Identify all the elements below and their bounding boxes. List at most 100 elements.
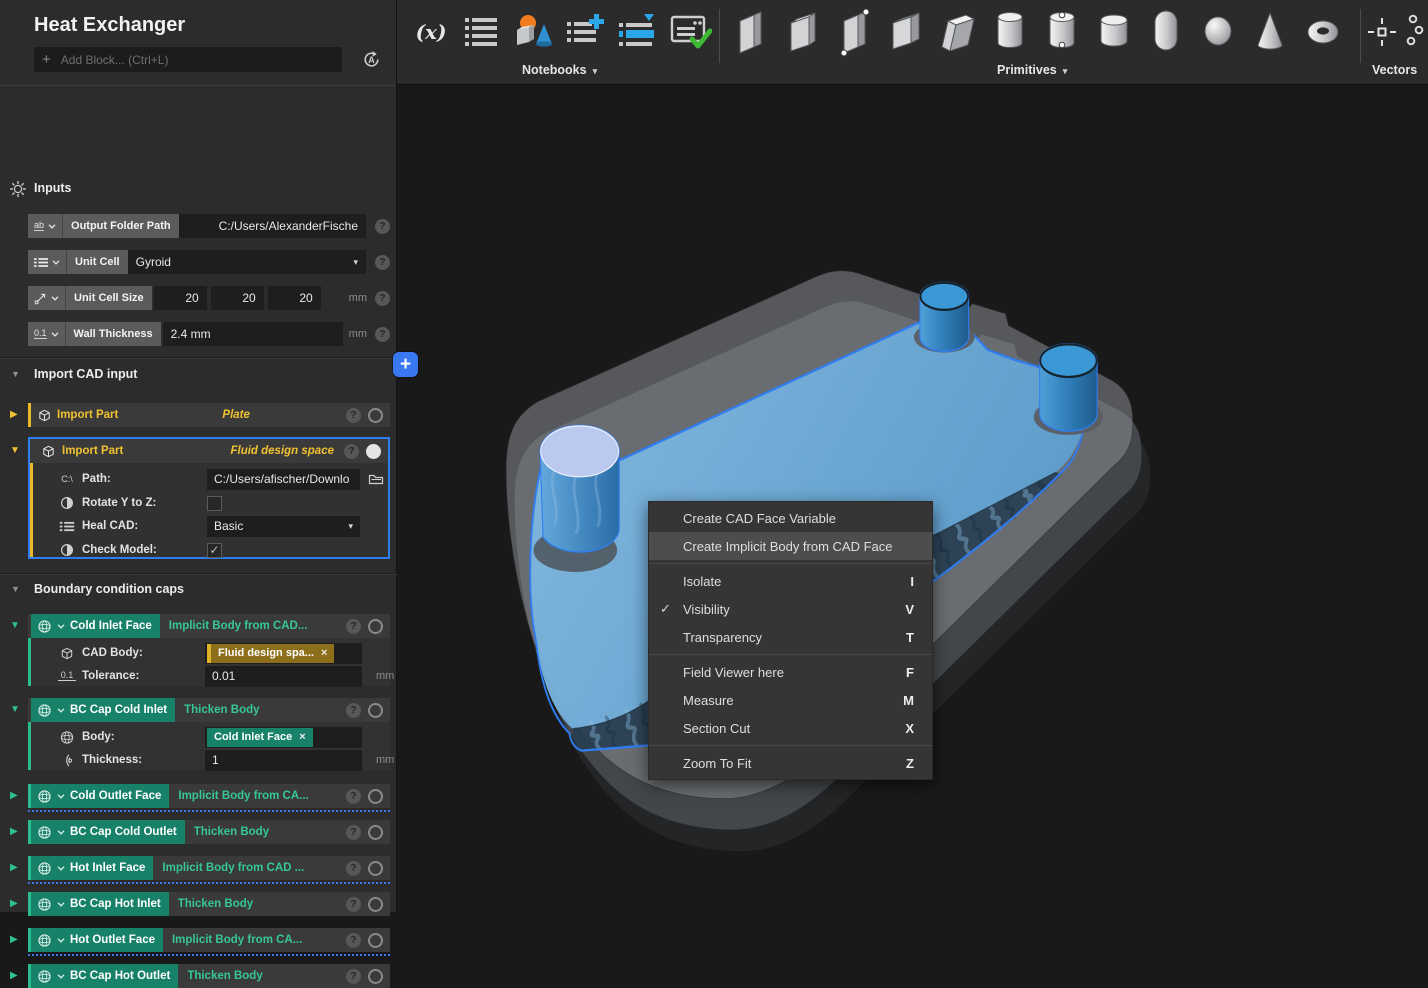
section-boundary-caps[interactable]: Boundary condition caps [34,582,184,596]
toolbar-group-notebooks[interactable]: Notebooks▾ [522,63,597,77]
add-block-input[interactable] [59,52,334,68]
remove-tag-icon[interactable]: × [321,647,327,659]
toolbar-group-vectors[interactable]: Vectors [1372,63,1417,77]
toolbar-group-primitives[interactable]: Primitives▾ [997,63,1067,77]
block-chip[interactable]: BC Cap Cold Inlet [31,698,175,722]
unit-cell-size-z[interactable]: 20 [268,286,321,310]
block-cold-outlet-face[interactable]: Cold Outlet Face Implicit Body from CA..… [28,784,390,808]
highlighted-cad-face[interactable] [541,426,619,477]
shapes-icon[interactable] [511,6,555,58]
output-toggle-icon[interactable] [368,619,383,634]
block-bc-cap-hot-inlet[interactable]: BC Cap Hot Inlet Thicken Body ? [28,892,390,916]
wall-thickness-value[interactable]: 2.4 mm [163,322,343,346]
block-header[interactable]: BC Cap Cold Inlet Thicken Body ? [28,698,390,722]
cad-body-tag[interactable]: Fluid design spa... × [207,644,334,663]
block-chip[interactable]: Cold Outlet Face [31,784,169,808]
help-icon[interactable]: ? [346,933,361,948]
help-icon[interactable]: ? [346,703,361,718]
primitive-cylinder-icon[interactable] [989,6,1033,58]
function-x-icon[interactable]: (x) [409,6,453,58]
block-chip[interactable]: Cold Inlet Face [31,614,160,638]
expand-triangle-icon[interactable]: ▶ [10,403,18,427]
block-chip[interactable]: Import Part [31,403,126,427]
cad-body-slot[interactable]: Fluid design spa... × [205,643,362,664]
block-bc-cap-cold-inlet[interactable]: BC Cap Cold Inlet Thicken Body ? Body: C… [28,698,390,770]
type-chip-scalar[interactable]: 0.1 [28,322,66,346]
menu-item-isolate[interactable]: IsolateI [649,567,932,595]
collapse-triangle-icon[interactable]: ▼ [10,698,20,722]
input-label[interactable]: Wall Thickness [66,322,161,346]
block-bc-cap-hot-outlet[interactable]: BC Cap Hot Outlet Thicken Body ? [28,964,390,988]
primitive-cylinder-two-point-icon[interactable] [1041,6,1085,58]
collapse-triangle-icon[interactable]: ▼ [11,369,20,379]
output-toggle-icon[interactable] [368,408,383,423]
primitive-box-two-point-icon[interactable] [833,6,877,58]
body-slot[interactable]: Cold Inlet Face × [205,727,362,748]
output-toggle-icon[interactable] [368,897,383,912]
menu-item-zoom-to-fit[interactable]: Zoom To FitZ [649,749,932,777]
point-cloud-icon[interactable] [1397,6,1427,58]
expand-triangle-icon[interactable]: ▶ [10,964,18,988]
type-chip-enum[interactable] [28,250,67,274]
primitive-capsule-icon[interactable] [1145,6,1189,58]
primitive-box-icon[interactable] [729,6,773,58]
primitive-cylinder-short-icon[interactable] [1093,6,1137,58]
type-chip-text[interactable]: ab [28,214,63,238]
block-hot-outlet-face[interactable]: Hot Outlet Face Implicit Body from CA...… [28,928,390,952]
list-icon[interactable] [459,6,503,58]
help-icon[interactable]: ? [346,789,361,804]
expand-triangle-icon[interactable]: ▶ [10,928,18,952]
body-tag[interactable]: Cold Inlet Face × [207,728,313,747]
expand-triangle-icon[interactable]: ▶ [10,784,18,808]
input-label[interactable]: Unit Cell [67,250,128,274]
help-icon[interactable]: ? [375,291,390,306]
help-icon[interactable]: ? [346,897,361,912]
primitive-cube-icon[interactable] [885,6,929,58]
output-toggle-icon[interactable] [366,444,381,459]
block-import-part-plate[interactable]: Import Part Plate ? [28,403,390,427]
list-insert-icon[interactable] [615,6,659,58]
help-icon[interactable]: ? [346,969,361,984]
help-icon[interactable]: ? [375,327,390,342]
output-toggle-icon[interactable] [368,969,383,984]
section-import-cad[interactable]: Import CAD input [34,367,137,381]
thickness-value[interactable]: 1 [205,750,362,771]
help-icon[interactable]: ? [375,219,390,234]
tolerance-value[interactable]: 0.01 [205,666,362,687]
input-label[interactable]: Unit Cell Size [66,286,152,310]
block-chip[interactable]: Hot Outlet Face [31,928,163,952]
heal-cad-dropdown[interactable]: Basic▾ [207,516,360,537]
output-toggle-icon[interactable] [368,703,383,718]
menu-item-field-viewer[interactable]: Field Viewer hereF [649,658,932,686]
help-icon[interactable]: ? [346,825,361,840]
primitive-sphere-icon[interactable] [1197,6,1241,58]
output-toggle-icon[interactable] [368,933,383,948]
type-chip-vector[interactable] [28,286,66,310]
3d-viewport[interactable]: Create CAD Face Variable Create Implicit… [397,85,1428,912]
unit-cell-size-y[interactable]: 20 [211,286,264,310]
help-icon[interactable]: ? [375,255,390,270]
block-hot-inlet-face[interactable]: Hot Inlet Face Implicit Body from CAD ..… [28,856,390,880]
menu-item-create-cad-face-variable[interactable]: Create CAD Face Variable [649,504,932,532]
expand-triangle-icon[interactable]: ▶ [10,892,18,916]
expand-triangle-icon[interactable]: ▶ [10,856,18,880]
auto-update-icon[interactable] [361,49,382,70]
menu-item-measure[interactable]: MeasureM [649,686,932,714]
port-cylinder-right[interactable] [1040,344,1096,430]
help-icon[interactable]: ? [346,408,361,423]
primitive-box-rotated-icon[interactable] [781,6,825,58]
help-icon[interactable]: ? [346,861,361,876]
primitive-parallelepiped-icon[interactable] [937,6,981,58]
unit-cell-dropdown[interactable]: Gyroid▾ [128,250,366,274]
help-icon[interactable]: ? [344,444,359,459]
port-cylinder-left[interactable] [541,426,619,551]
expand-triangle-icon[interactable]: ▶ [10,820,18,844]
help-icon[interactable]: ? [346,619,361,634]
window-check-icon[interactable] [669,6,713,58]
list-add-icon[interactable] [563,6,607,58]
output-folder-path-value[interactable]: C:/Users/AlexanderFische [179,214,366,238]
block-chip[interactable]: BC Cap Cold Outlet [31,820,185,844]
add-connected-block-button[interactable]: + [393,352,418,377]
output-toggle-icon[interactable] [368,789,383,804]
path-value[interactable]: C:/Users/afischer/Downlo [207,469,360,490]
